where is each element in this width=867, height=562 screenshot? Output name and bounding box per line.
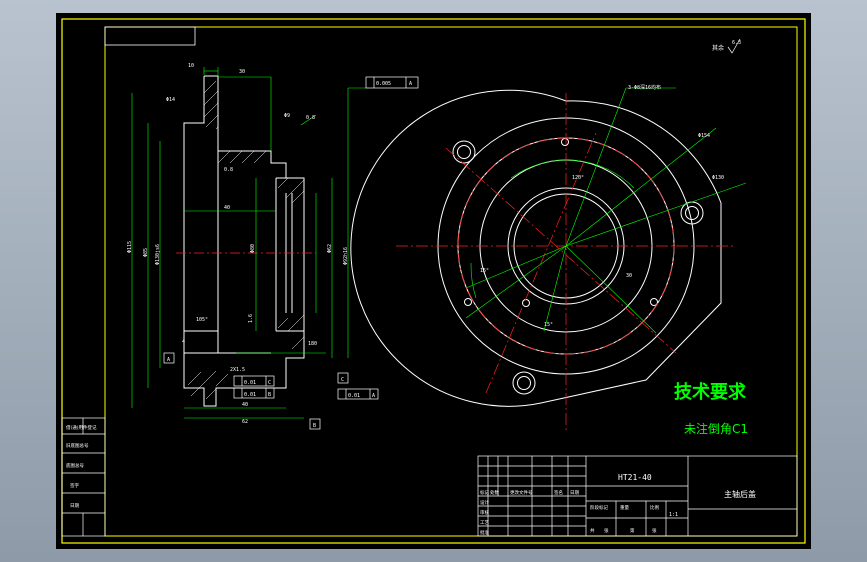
front-view bbox=[350, 89, 722, 407]
dim-2x1-5: 2X1.5 bbox=[230, 367, 245, 373]
dim-phi130js6: Φ130js6 bbox=[155, 244, 161, 265]
bolt-hole-2 bbox=[685, 206, 699, 220]
dim-4: 4 bbox=[182, 339, 185, 345]
tb-material: HT21-40 bbox=[618, 473, 652, 482]
tb-header-3: 签名 bbox=[554, 489, 563, 496]
dim-62b: 62 bbox=[242, 419, 248, 425]
drawing-code-box bbox=[104, 26, 196, 46]
angle-30: 30 bbox=[626, 273, 632, 279]
dim-phi85: Φ85 bbox=[143, 248, 149, 257]
tb-cell-weight: 重量 bbox=[620, 504, 629, 511]
cad-viewport[interactable]: 借(通)用件登记 旧底图总号 底图总号 签字 日期 10 30 Φ14 Φ9 0… bbox=[56, 13, 811, 549]
pin-hole-4 bbox=[522, 299, 530, 307]
tol-top-datum: A bbox=[409, 81, 412, 87]
dim-180: 180 bbox=[308, 341, 317, 347]
bolt-hole-1 bbox=[457, 145, 471, 159]
dim-angle-0-8: 0.8 bbox=[224, 167, 233, 173]
tb-row-1: 审核 bbox=[480, 509, 489, 516]
tb-cell-total: 共 bbox=[590, 527, 595, 534]
dim-105deg: 105° bbox=[196, 317, 208, 323]
angle-120: 120° bbox=[572, 175, 584, 181]
dim-1-6: 1.6 bbox=[248, 314, 254, 323]
tech-req-item: 未注倒角C1 bbox=[684, 421, 748, 436]
tb-cell-sheet-a: 张 bbox=[604, 527, 609, 534]
tol-2-value: 0.01 bbox=[244, 392, 256, 398]
dim-phi154: Φ154 bbox=[698, 133, 710, 139]
tol-1-datum: C bbox=[268, 380, 271, 386]
pin-hole-1 bbox=[561, 138, 569, 146]
strip-label-4: 日期 bbox=[70, 503, 79, 509]
tb-row-3: 批准 bbox=[480, 529, 489, 536]
dim-phi62: Φ62 bbox=[327, 244, 333, 253]
tol-2-datum: B bbox=[268, 392, 271, 398]
strip-label-3: 签字 bbox=[70, 482, 79, 489]
tb-header-1: 处数 bbox=[490, 489, 499, 496]
section-hatching bbox=[187, 80, 305, 400]
dim-40b: 40 bbox=[242, 402, 248, 408]
tb-header-0: 标记 bbox=[480, 489, 489, 496]
dim-phi14: Φ14 bbox=[166, 97, 175, 103]
roughness-0-8: 0.8 bbox=[306, 115, 315, 121]
tech-req-heading: 技术要求 bbox=[674, 381, 747, 403]
tb-cell-no: 第 bbox=[630, 527, 635, 534]
tb-row-0: 设计 bbox=[480, 499, 489, 506]
pin-hole-2 bbox=[464, 298, 472, 306]
tol-top-value: 0.005 bbox=[376, 81, 391, 87]
tol-3-value: 0.01 bbox=[348, 393, 360, 399]
dim-phi9: Φ9 bbox=[284, 113, 290, 119]
strip-label-2: 底图总号 bbox=[66, 462, 84, 469]
dim-top-30: 30 bbox=[239, 69, 245, 75]
tb-row-2: 工艺 bbox=[480, 520, 489, 526]
flange-outline bbox=[350, 89, 722, 407]
cad-drawing: 借(通)用件登记 旧底图总号 底图总号 签字 日期 10 30 Φ14 Φ9 0… bbox=[61, 18, 806, 544]
tb-cell-scale: 比例 bbox=[650, 504, 659, 511]
dim-40: 40 bbox=[224, 205, 230, 211]
tb-part-name: 主轴后盖 bbox=[724, 489, 756, 499]
dim-phi80: Φ80 bbox=[250, 244, 256, 253]
datum-a: A bbox=[167, 357, 170, 363]
dim-top-10: 10 bbox=[188, 63, 194, 69]
tb-cell-sheet-b: 张 bbox=[652, 527, 657, 534]
tb-header-2: 更改文件号 bbox=[510, 489, 533, 496]
datum-c: C bbox=[341, 377, 344, 383]
dim-phi92h16: Φ92h16 bbox=[343, 247, 349, 265]
tb-cell-stage: 阶段标记 bbox=[590, 504, 608, 511]
tol-3-datum: A bbox=[372, 393, 375, 399]
section-dimensions bbox=[131, 67, 366, 419]
tol-1-value: 0.01 bbox=[244, 380, 256, 386]
section-view bbox=[183, 75, 305, 407]
callout-holes: 3-Φ8深16均布 bbox=[628, 84, 661, 91]
tb-header-4: 日期 bbox=[570, 490, 579, 496]
angle-15b: 15° bbox=[544, 322, 553, 328]
datum-b: B bbox=[313, 423, 316, 429]
bolt-hole-3 bbox=[517, 376, 531, 390]
strip-label-0: 借(通)用件登记 bbox=[66, 424, 97, 431]
strip-label-1: 旧底图总号 bbox=[66, 442, 89, 449]
tb-scale-value: 1:1 bbox=[669, 512, 678, 518]
roughness-corner-label: 其余 bbox=[712, 44, 724, 52]
dim-phi130: Φ130 bbox=[712, 175, 724, 181]
dim-phi115: Φ115 bbox=[127, 241, 133, 253]
left-registration-strip bbox=[61, 417, 106, 537]
angle-15: 15° bbox=[480, 268, 489, 274]
inner-frame bbox=[104, 26, 798, 537]
roughness-corner: 其余 6.3 bbox=[712, 40, 741, 52]
